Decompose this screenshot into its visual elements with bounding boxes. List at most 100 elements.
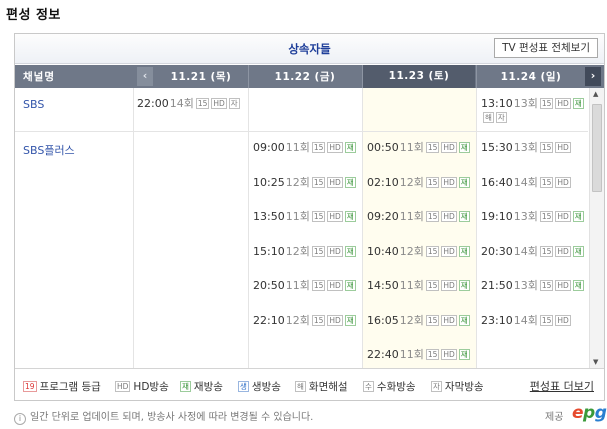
rating-badge: 15 (311, 245, 326, 257)
rerun-badge: 재 (344, 176, 356, 188)
episode-number: 14회 (169, 97, 194, 110)
prev-day-button[interactable]: ‹ (137, 67, 153, 86)
rerun-badge: 재 (344, 211, 356, 222)
rating-badge: 15 (425, 176, 440, 188)
hd-badge: HD (441, 211, 457, 222)
air-time: 23:10 (481, 313, 513, 327)
episode-number: 13회 (513, 141, 538, 154)
channel-name-sbs[interactable]: SBS (23, 98, 44, 111)
schedule-entry[interactable]: 23:1014회 15 HD (481, 312, 586, 328)
rating-badge: 15 (425, 280, 440, 291)
rating-badge: 15 (311, 280, 326, 291)
schedule-entry[interactable]: 19:1013회 15 HD 재 (481, 208, 586, 224)
rating-badge: 15 (539, 280, 554, 291)
episode-number: 12회 (399, 175, 424, 189)
air-time: 20:30 (481, 244, 513, 258)
air-time: 22:40 (367, 348, 399, 361)
hd-badge: HD (441, 280, 457, 291)
schedule-entry[interactable]: 16:0512회 15 HD 재 (367, 312, 475, 328)
air-time: 10:40 (367, 244, 399, 258)
rating-badge: 15 (311, 211, 326, 222)
schedule-scrollbar[interactable]: ▲ ▼ (589, 88, 604, 368)
air-time: 16:05 (367, 313, 399, 327)
episode-number: 13회 (513, 97, 538, 110)
schedule-entry[interactable]: 00:5011회 15 HD 재 (367, 139, 475, 155)
rating-badge: 15 (425, 142, 440, 153)
schedule-entry[interactable]: 20:3014회 15 HD 재 (481, 243, 586, 259)
legend-item-rerun: 재 재방송 (180, 381, 223, 393)
schedule-entry[interactable]: 13:5011회 15 HD 재 (253, 208, 361, 224)
rerun-badge: 재 (344, 245, 356, 257)
episode-number: 11회 (399, 348, 424, 361)
hd-badge: HD (441, 176, 457, 188)
rerun-badge: 재 (458, 211, 470, 222)
schedule-entry[interactable]: 13:1013회 15 HD 재해 자 (481, 95, 586, 124)
episode-number: 14회 (513, 313, 538, 327)
hd-badge: HD (441, 349, 457, 360)
schedule-entry[interactable]: 22:4011회 15 HD 재 (367, 346, 475, 362)
air-time: 15:10 (253, 244, 285, 258)
scroll-down-icon[interactable]: ▼ (593, 358, 598, 366)
air-time: 09:20 (367, 210, 399, 223)
air-time: 16:40 (481, 175, 513, 189)
sign-language-icon: 수 (363, 381, 374, 392)
rating-badge: 15 (539, 211, 554, 222)
legend-item-live: 생 생방송 (238, 381, 281, 393)
schedule-entry[interactable]: 22:1012회 15 HD 재 (253, 312, 361, 328)
schedule-entry[interactable]: 15:1012회 15 HD 재 (253, 243, 361, 259)
channel-name-sbs-plus[interactable]: SBS플러스 (23, 142, 75, 158)
schedule-entry[interactable]: 02:1012회 15 HD 재 (367, 174, 475, 190)
provider-label: 제공 (545, 412, 564, 423)
update-notice: i 일간 단위로 업데이트 되며, 방송사 사정에 따라 변경될 수 있습니다. (14, 408, 313, 425)
subtitle-badge: 자 (228, 98, 240, 109)
rating-badge: 15 (425, 314, 440, 326)
rating-badge: 15 (539, 245, 554, 257)
rating-badge: 15 (195, 98, 210, 109)
rating-badge: 15 (425, 211, 440, 222)
episode-number: 12회 (285, 175, 310, 189)
hd-badge: HD (327, 211, 343, 222)
schedule-entry[interactable]: 16:4014회 15 HD (481, 174, 586, 190)
hd-badge: HD (555, 211, 571, 222)
more-schedule-link[interactable]: 편성표 더보기 (530, 378, 594, 394)
next-day-button[interactable]: › (585, 67, 601, 86)
grid-divider (248, 88, 249, 368)
schedule-entry[interactable]: 09:2011회 15 HD 재 (367, 208, 475, 224)
legend-bar: 19 프로그램 등급 HD HD방송 재 재방송 생 생방송 해 화면해설 수 수화방송 자… (15, 368, 604, 400)
audio-description-icon: 해 (295, 381, 306, 392)
legend-item-sign: 수 수화방송 (363, 381, 416, 393)
episode-number: 14회 (513, 244, 538, 258)
hd-badge: HD (555, 176, 571, 188)
episode-number: 12회 (399, 244, 424, 258)
hd-badge: HD (555, 280, 571, 291)
schedule-entry[interactable]: 10:4012회 15 HD 재 (367, 243, 475, 259)
rerun-badge: 재 (344, 280, 356, 291)
epg-logo: epg (572, 403, 607, 423)
date-header-today: 11.23 (토) (363, 65, 475, 88)
air-time: 19:10 (481, 210, 513, 223)
episode-number: 12회 (399, 313, 424, 327)
schedule-entry[interactable]: 10:2512회 15 HD 재 (253, 174, 361, 190)
channel-column-header: 채널명 (23, 71, 55, 83)
schedule-entry[interactable]: 15:3013회 15 HD (481, 139, 586, 155)
rating-badge: 15 (425, 349, 440, 360)
episode-number: 11회 (399, 279, 424, 292)
chevron-right-icon: › (590, 69, 596, 82)
rating-badge: 15 (311, 314, 326, 326)
hd-icon: HD (115, 381, 131, 392)
scrollbar-thumb[interactable] (592, 104, 602, 192)
rerun-badge: 재 (458, 349, 470, 360)
rerun-badge: 재 (572, 280, 584, 291)
schedule-entry[interactable]: 22:0014회 15 HD 자 (137, 95, 247, 111)
row-divider (15, 131, 588, 132)
schedule-entry[interactable]: 09:0011회 15 HD 재 (253, 139, 361, 155)
rating-badge: 15 (539, 98, 554, 109)
hd-badge: HD (211, 98, 227, 109)
hd-badge: HD (555, 98, 571, 109)
description-badge: 해 (483, 112, 494, 123)
schedule-entry[interactable]: 14:5011회 15 HD 재 (367, 277, 475, 293)
schedule-entry[interactable]: 21:5013회 15 HD 재 (481, 277, 586, 293)
schedule-entry[interactable]: 20:5011회 15 HD 재 (253, 277, 361, 293)
tv-schedule-all-button[interactable]: TV 편성표 전체보기 (494, 38, 598, 58)
scroll-up-icon[interactable]: ▲ (593, 90, 598, 98)
